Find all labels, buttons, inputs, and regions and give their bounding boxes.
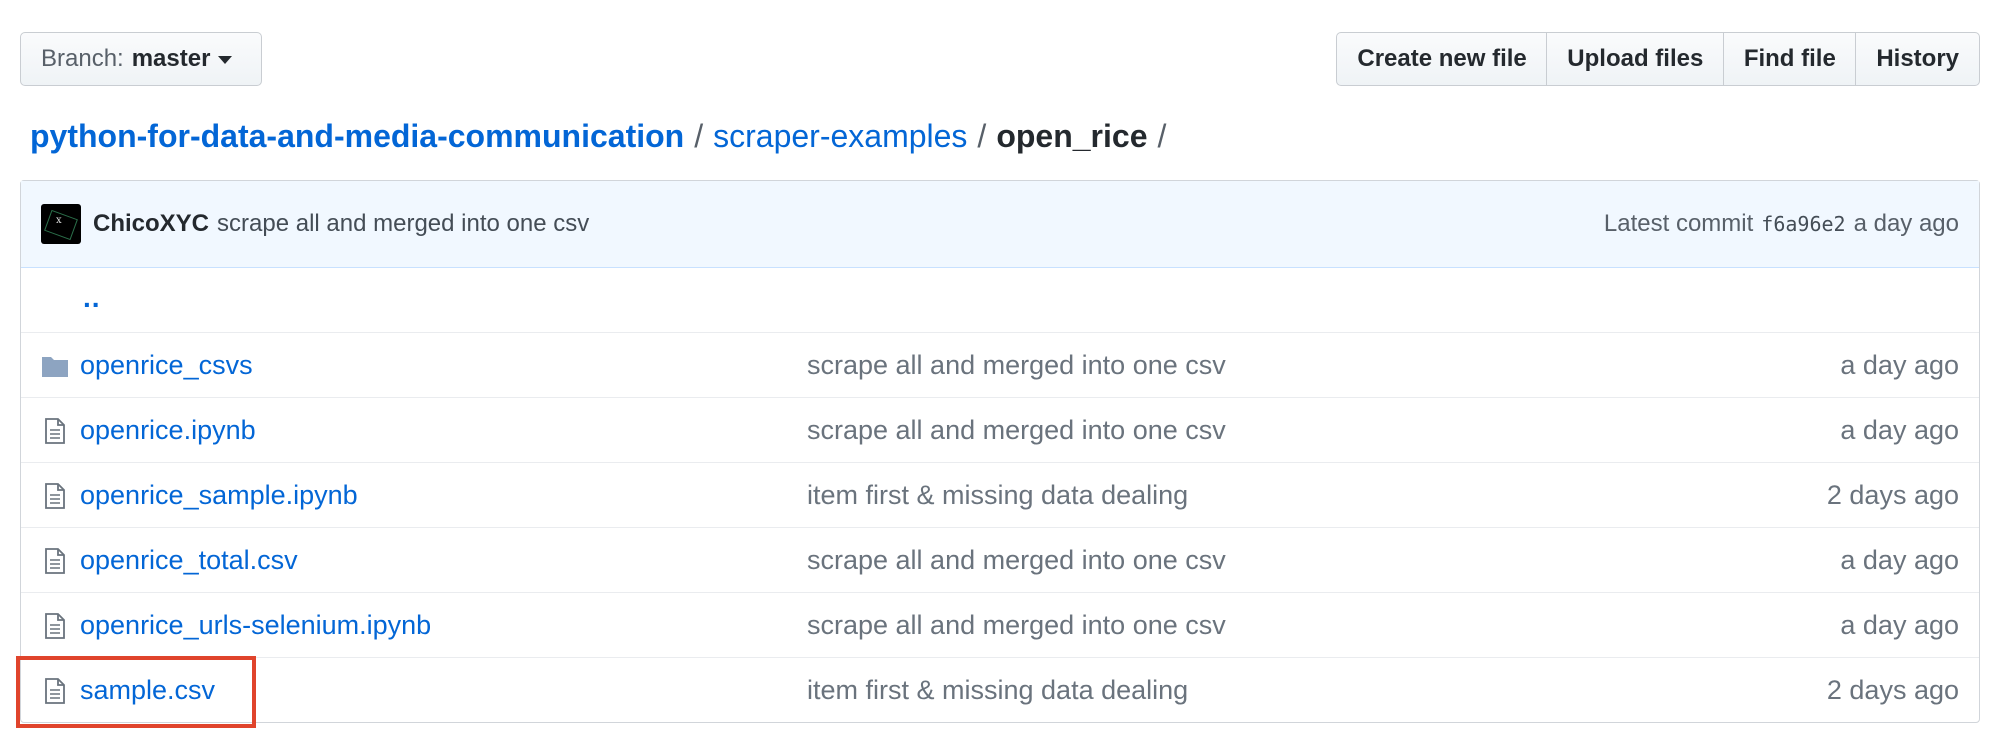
find-file-button[interactable]: Find file [1722, 32, 1857, 86]
latest-commit-label: Latest commit [1603, 210, 1754, 237]
folder-icon [42, 357, 68, 377]
avatar[interactable]: x [41, 204, 81, 244]
file-actions: Create new file Upload files Find file H… [1336, 32, 1980, 86]
file-list: x ChicoXYC scrape all and merged into on… [20, 180, 1980, 723]
file-name-link[interactable]: openrice_total.csv [80, 545, 298, 576]
commit-tease: x ChicoXYC scrape all and merged into on… [21, 181, 1979, 268]
file-commit-message-link[interactable]: item first & missing data dealing [807, 480, 1188, 511]
file-navigation: Branch: master Create new file Upload fi… [20, 32, 1980, 88]
commit-age: a day ago [1853, 210, 1959, 237]
file-age: a day ago [1840, 414, 1959, 445]
table-row: sample.csv item first & missing data dea… [21, 657, 1979, 722]
table-row: openrice_urls-selenium.ipynb scrape all … [21, 592, 1979, 657]
create-new-file-button[interactable]: Create new file [1336, 32, 1548, 86]
upload-files-button[interactable]: Upload files [1546, 32, 1725, 86]
file-icon [45, 613, 65, 639]
table-row: openrice.ipynb scrape all and merged int… [21, 397, 1979, 462]
commit-message-link[interactable]: scrape all and merged into one csv [217, 210, 589, 238]
file-age: a day ago [1840, 544, 1959, 575]
breadcrumb-separator: / [1157, 117, 1167, 154]
file-name-link[interactable]: openrice_urls-selenium.ipynb [80, 610, 431, 641]
file-icon [45, 418, 65, 444]
table-row: openrice_total.csv scrape all and merged… [21, 527, 1979, 592]
file-age: 2 days ago [1826, 479, 1959, 510]
branch-name: master [131, 45, 211, 72]
highlight-annotation-box [16, 656, 256, 728]
parent-directory-row: .. [21, 268, 1979, 332]
breadcrumb-separator: / [694, 117, 704, 154]
latest-commit: Latest commit f6a96e2 a day ago [1604, 181, 1959, 267]
file-commit-message-link[interactable]: scrape all and merged into one csv [807, 350, 1226, 381]
commit-author-link[interactable]: ChicoXYC [93, 210, 209, 238]
file-icon [45, 548, 65, 574]
branch-select-button[interactable]: Branch: master [20, 32, 262, 86]
breadcrumb-repo-link[interactable]: python-for-data-and-media-communication [30, 118, 684, 155]
file-icon [45, 483, 65, 509]
file-age: 2 days ago [1826, 674, 1959, 705]
history-button[interactable]: History [1855, 32, 1980, 86]
breadcrumb-folder-link[interactable]: scraper-examples [713, 118, 967, 155]
table-row: openrice_sample.ipynb item first & missi… [21, 462, 1979, 527]
file-commit-message-link[interactable]: item first & missing data dealing [807, 675, 1188, 706]
table-row: openrice_csvs scrape all and merged into… [21, 332, 1979, 397]
parent-directory-link[interactable]: .. [83, 282, 101, 314]
file-age: a day ago [1840, 349, 1959, 380]
file-name-link[interactable]: openrice_csvs [80, 350, 253, 381]
file-age: a day ago [1840, 609, 1959, 640]
commit-sha-link[interactable]: f6a96e2 [1761, 212, 1845, 236]
file-name-link[interactable]: openrice.ipynb [80, 415, 256, 446]
breadcrumb: python-for-data-and-media-communication … [30, 114, 1176, 158]
branch-prefix: Branch: [41, 45, 124, 72]
file-commit-message-link[interactable]: scrape all and merged into one csv [807, 415, 1226, 446]
file-name-link[interactable]: openrice_sample.ipynb [80, 480, 358, 511]
breadcrumb-current: open_rice [996, 117, 1148, 154]
file-commit-message-link[interactable]: scrape all and merged into one csv [807, 545, 1226, 576]
chevron-down-icon [218, 56, 233, 64]
breadcrumb-separator: / [977, 117, 987, 154]
file-commit-message-link[interactable]: scrape all and merged into one csv [807, 610, 1226, 641]
